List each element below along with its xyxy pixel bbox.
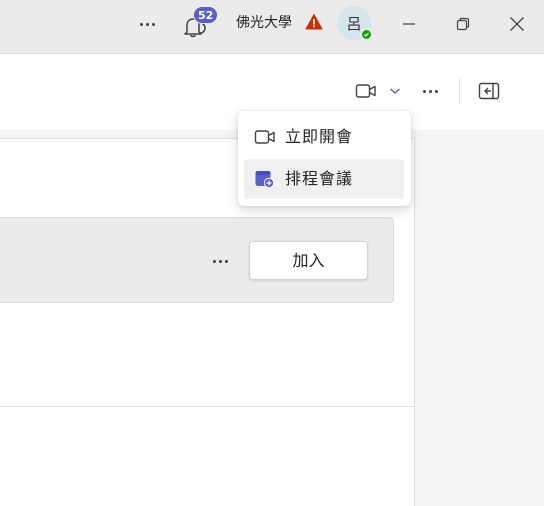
menu-item-schedule-meeting[interactable]: 排程會議 — [244, 159, 404, 199]
presence-available-icon — [360, 28, 373, 41]
restore-button[interactable] — [448, 10, 478, 38]
meeting-card-more-button[interactable] — [207, 250, 233, 272]
video-camera-icon — [355, 84, 376, 98]
open-side-panel-button[interactable] — [476, 78, 502, 104]
more-dot — [212, 259, 216, 263]
chevron-down-icon — [390, 88, 400, 94]
meet-dropdown-menu: 立即開會 排程會議 — [238, 111, 411, 206]
avatar-initial: 呂 — [346, 14, 362, 33]
warning-icon[interactable] — [305, 13, 323, 31]
menu-item-meet-now[interactable]: 立即開會 — [244, 117, 404, 157]
more-dot — [139, 22, 143, 26]
close-button[interactable] — [502, 10, 532, 38]
more-dot — [151, 22, 155, 26]
more-dot — [422, 89, 426, 93]
notification-count-badge: 52 — [193, 6, 219, 24]
menu-item-label: 立即開會 — [285, 127, 354, 146]
side-panel-icon — [478, 82, 500, 100]
content-divider — [0, 406, 415, 407]
more-dot — [224, 259, 228, 263]
meet-dropdown-button[interactable] — [386, 82, 404, 100]
more-dot — [218, 259, 222, 263]
more-dot — [145, 22, 149, 26]
minimize-icon — [403, 23, 415, 25]
more-dot — [434, 89, 438, 93]
header-more-options-button[interactable] — [417, 80, 443, 102]
more-options-button[interactable] — [133, 12, 161, 36]
join-button[interactable]: 加入 — [249, 241, 368, 280]
more-dot — [428, 89, 432, 93]
header-separator — [459, 78, 460, 104]
meet-button[interactable] — [352, 78, 380, 104]
restore-icon — [456, 17, 470, 31]
calendar-add-icon — [255, 171, 275, 189]
organization-name[interactable]: 佛光大學 — [236, 14, 292, 32]
minimize-button[interactable] — [394, 10, 424, 38]
close-icon — [510, 17, 524, 31]
menu-item-label: 排程會議 — [285, 169, 354, 188]
video-camera-icon — [254, 130, 275, 144]
